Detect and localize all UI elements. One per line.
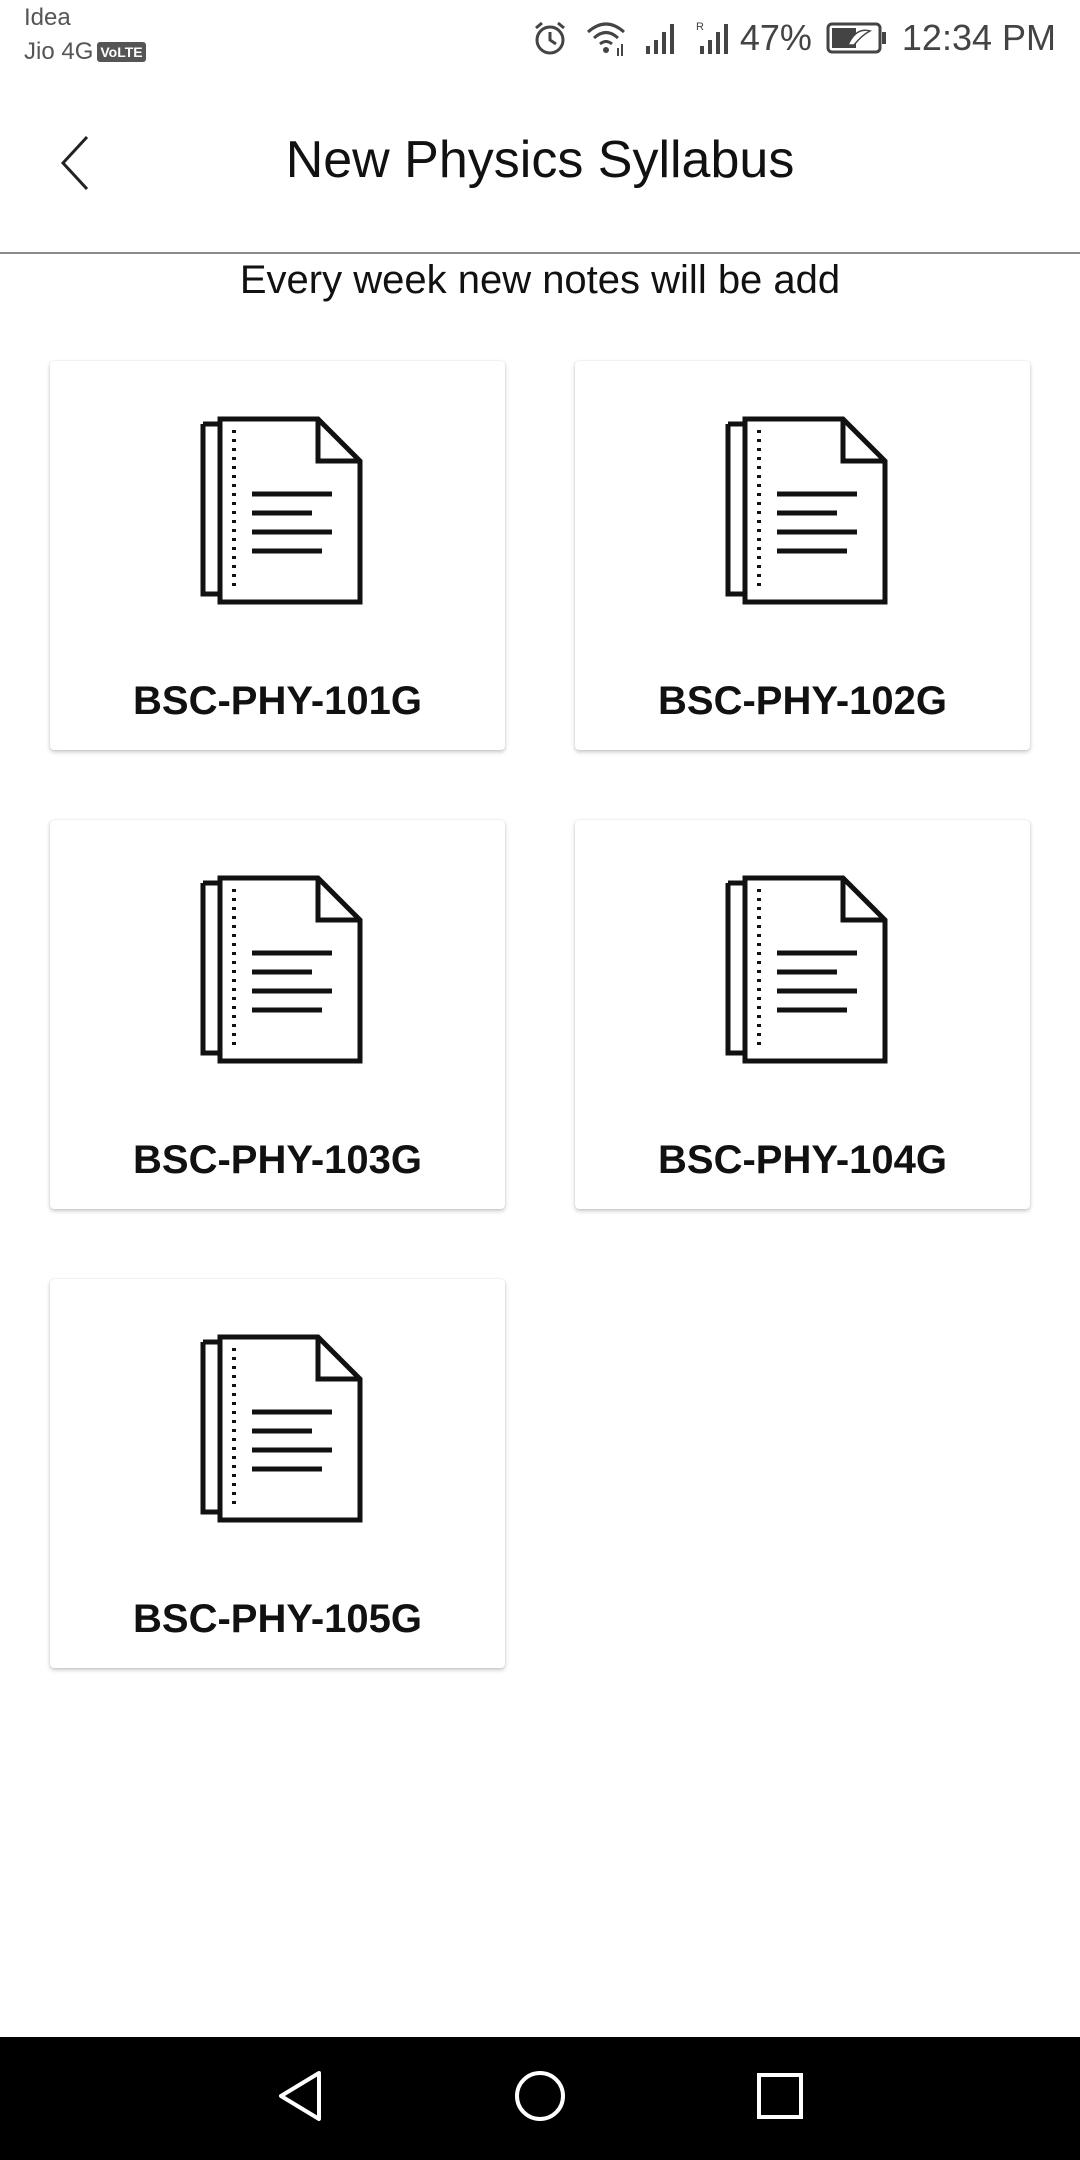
document-icon	[192, 416, 368, 608]
signal-icon	[642, 18, 682, 58]
syllabus-card-101g[interactable]: BSC-PHY-101G	[50, 361, 505, 750]
recents-square-icon	[755, 2071, 805, 2126]
syllabus-grid: BSC-PHY-101G BSC-PHY-102G BSC-PHY-103G B…	[50, 361, 1030, 1668]
nav-back-button[interactable]	[180, 2037, 420, 2160]
battery-percent: 47%	[739, 17, 812, 58]
document-icon	[192, 875, 368, 1067]
signal-roaming-icon: R	[696, 18, 736, 58]
document-icon	[192, 1334, 368, 1526]
syllabus-card-104g[interactable]: BSC-PHY-104G	[575, 820, 1030, 1209]
document-icon	[717, 416, 893, 608]
back-triangle-icon	[275, 2069, 325, 2128]
page-title: New Physics Syllabus	[285, 131, 795, 189]
nav-recents-button[interactable]	[660, 2037, 900, 2160]
wifi-icon	[584, 18, 628, 58]
app-header: New Physics Syllabus	[0, 80, 1080, 254]
syllabus-card-103g[interactable]: BSC-PHY-103G	[50, 820, 505, 1209]
page-subtitle: Every week new notes will be add	[239, 258, 841, 302]
card-label: BSC-PHY-102G	[658, 679, 947, 723]
carrier-name-secondary-label: Jio 4G	[24, 38, 94, 65]
card-label: BSC-PHY-103G	[133, 1138, 422, 1182]
svg-text:R: R	[696, 21, 704, 33]
card-label: BSC-PHY-101G	[133, 679, 422, 723]
syllabus-card-105g[interactable]: BSC-PHY-105G	[50, 1279, 505, 1668]
alarm-icon	[530, 18, 570, 58]
document-icon	[717, 875, 893, 1067]
syllabus-card-102g[interactable]: BSC-PHY-102G	[575, 361, 1030, 750]
home-circle-icon	[513, 2069, 567, 2128]
nav-home-button[interactable]	[420, 2037, 660, 2160]
card-label: BSC-PHY-104G	[658, 1138, 947, 1182]
battery-icon	[826, 21, 888, 55]
status-icons: R 47% 12:34 PM	[530, 14, 1056, 62]
carrier-name-primary: Idea	[24, 4, 71, 31]
status-bar: Idea Jio 4G VoLTE R 47% 12:34 PM	[0, 0, 1080, 80]
carrier-name-secondary: Jio 4G VoLTE	[24, 38, 146, 66]
volte-badge: VoLTE	[97, 42, 146, 62]
clock: 12:34 PM	[901, 17, 1056, 58]
card-label: BSC-PHY-105G	[133, 1597, 422, 1641]
system-navigation-bar	[0, 2037, 1080, 2160]
